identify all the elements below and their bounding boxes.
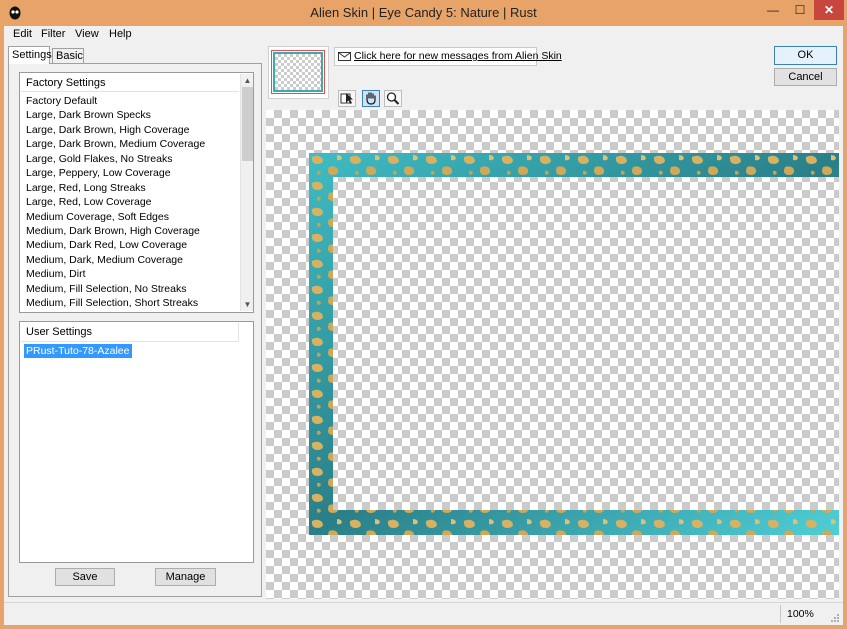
save-button[interactable]: Save — [55, 568, 115, 586]
status-bar: 100% — [4, 602, 843, 625]
list-item[interactable]: Large, Red, Long Streaks — [21, 181, 239, 195]
menu-filter[interactable]: Filter — [41, 28, 65, 40]
cancel-button[interactable]: Cancel — [774, 68, 837, 86]
menu-help[interactable]: Help — [109, 28, 132, 40]
effect-preview-canvas[interactable] — [266, 110, 839, 599]
zoom-icon — [386, 92, 400, 105]
window-border-right — [843, 26, 847, 629]
window-border-bottom — [0, 625, 847, 629]
ok-button[interactable]: OK — [774, 46, 837, 65]
zoom-level: 100% — [787, 608, 814, 620]
list-item[interactable]: Medium, Fill Selection, Short Streaks — [21, 296, 239, 310]
list-item[interactable]: Medium, Dark Red, Low Coverage — [21, 238, 239, 252]
status-separator — [780, 605, 781, 623]
messages-link-box[interactable]: Click here for new messages from Alien S… — [334, 47, 562, 66]
list-item[interactable]: Medium Coverage, Soft Edges — [21, 210, 239, 224]
user-settings-list[interactable]: User Settings PRust-Tuto-78-Azalee — [19, 321, 254, 563]
user-settings-header: User Settings — [21, 323, 239, 342]
hand-icon — [366, 92, 376, 105]
window-border-left — [0, 26, 4, 629]
scroll-up-arrow-icon[interactable]: ▲ — [241, 74, 254, 87]
messages-link[interactable]: Click here for new messages from Alien S… — [354, 50, 562, 62]
arrow-icon — [340, 93, 353, 104]
tab-settings[interactable]: Settings — [8, 46, 52, 64]
list-item[interactable]: Medium, Fill Selection, No Streaks — [21, 282, 239, 296]
zoom-tool[interactable] — [384, 90, 402, 107]
window-title: Alien Skin | Eye Candy 5: Nature | Rust — [310, 5, 537, 20]
maximize-button[interactable]: ☐ — [787, 0, 813, 20]
factory-list-scrollbar[interactable]: ▲ ▼ — [240, 74, 253, 311]
list-item[interactable]: Medium, Dark, Medium Coverage — [21, 253, 239, 267]
list-item[interactable]: Large, Peppery, Low Coverage — [21, 166, 239, 180]
preview-arrow-tool[interactable] — [338, 90, 356, 107]
list-item[interactable]: Large, Gold Flakes, No Streaks — [21, 152, 239, 166]
factory-settings-items: Factory Default Large, Dark Brown Specks… — [21, 94, 239, 312]
resize-grip-icon[interactable] — [830, 613, 840, 623]
list-item[interactable]: Large, Dark Brown, Medium Coverage — [21, 137, 239, 151]
menu-bar: Edit Filter View Help — [4, 26, 843, 44]
list-item[interactable]: Medium, Dark Brown, High Coverage — [21, 224, 239, 238]
list-item[interactable]: Large, Red, Low Coverage — [21, 195, 239, 209]
tab-basic[interactable]: Basic — [52, 48, 84, 63]
menu-edit[interactable]: Edit — [13, 28, 32, 40]
factory-settings-list[interactable]: Factory Settings Factory Default Large, … — [19, 72, 254, 313]
close-button[interactable]: ✕ — [814, 0, 844, 20]
scroll-down-arrow-icon[interactable]: ▼ — [241, 298, 254, 311]
scroll-thumb[interactable] — [242, 87, 253, 161]
list-item[interactable]: Medium, Dirt — [21, 267, 239, 281]
user-setting-item-selected[interactable]: PRust-Tuto-78-Azalee — [24, 344, 132, 358]
factory-settings-header: Factory Settings — [21, 74, 239, 92]
envelope-icon — [338, 52, 351, 61]
view-rectangle[interactable] — [271, 50, 325, 94]
rust-frame-preview-image — [309, 153, 839, 535]
navigator-thumbnail[interactable] — [268, 46, 329, 99]
minimize-button[interactable]: — — [760, 0, 786, 20]
pan-hand-tool[interactable] — [362, 90, 380, 107]
menu-view[interactable]: View — [75, 28, 99, 40]
manage-button[interactable]: Manage — [155, 568, 216, 586]
list-item[interactable]: Large, Dark Brown, High Coverage — [21, 123, 239, 137]
list-item[interactable]: Factory Default — [21, 94, 239, 108]
list-item[interactable]: Large, Dark Brown Specks — [21, 108, 239, 122]
